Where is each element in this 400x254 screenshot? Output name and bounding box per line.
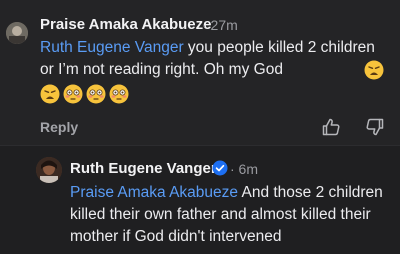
timestamp: · 27m bbox=[202, 17, 238, 33]
divider bbox=[0, 145, 400, 146]
timestamp: · 6m bbox=[230, 161, 258, 177]
reply-button[interactable]: Reply bbox=[40, 119, 78, 135]
flushed-face-icon bbox=[109, 84, 129, 104]
weary-face-icon bbox=[40, 84, 60, 104]
comment-text: Praise Amaka Akabueze And those 2 childr… bbox=[70, 182, 396, 248]
author-name[interactable]: Ruth Eugene Vanger bbox=[70, 160, 217, 177]
thumbs-down-icon[interactable] bbox=[365, 117, 385, 137]
thumbs-up-icon[interactable] bbox=[321, 117, 341, 137]
avatar[interactable] bbox=[6, 22, 28, 44]
comment-thread: Praise Amaka Akabueze · 27m Ruth Eugene … bbox=[0, 0, 400, 254]
avatar[interactable] bbox=[36, 157, 62, 183]
mention-link[interactable]: Ruth Eugene Vanger bbox=[40, 39, 184, 56]
author-name[interactable]: Praise Amaka Akabueze bbox=[40, 16, 211, 33]
weary-face-icon bbox=[364, 60, 384, 80]
emoji-row bbox=[40, 84, 129, 104]
comment-text: Ruth Eugene Vanger you people killed 2 c… bbox=[40, 37, 392, 81]
flushed-face-icon bbox=[86, 84, 106, 104]
mention-link[interactable]: Praise Amaka Akabueze bbox=[70, 184, 238, 201]
flushed-face-icon bbox=[63, 84, 83, 104]
verified-badge-icon bbox=[212, 160, 228, 176]
